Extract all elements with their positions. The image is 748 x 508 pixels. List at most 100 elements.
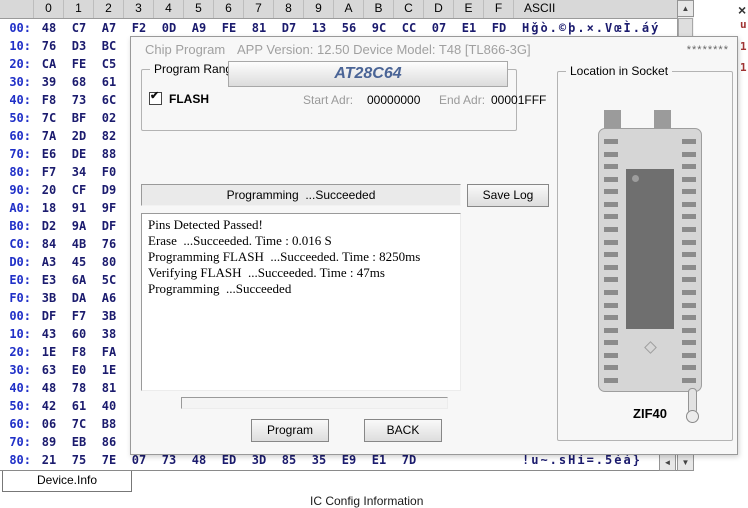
hex-byte[interactable]: E0	[64, 361, 94, 379]
hex-byte[interactable]: 88	[94, 145, 124, 163]
scroll-down-icon[interactable]: ▼	[677, 454, 694, 471]
hex-byte[interactable]: 39	[34, 73, 64, 91]
hex-byte[interactable]: 48	[34, 19, 64, 37]
hex-byte[interactable]: 76	[34, 37, 64, 55]
hex-byte[interactable]: F0	[94, 163, 124, 181]
hex-byte[interactable]: 80	[94, 253, 124, 271]
hex-byte[interactable]: 13	[304, 19, 334, 37]
hex-byte[interactable]: 18	[34, 199, 64, 217]
hex-byte[interactable]: F8	[64, 343, 94, 361]
hex-byte[interactable]: 84	[34, 235, 64, 253]
hex-byte[interactable]: 0D	[154, 19, 184, 37]
hex-byte[interactable]: 48	[34, 379, 64, 397]
program-button[interactable]: Program	[251, 419, 329, 442]
hex-byte[interactable]: 73	[64, 91, 94, 109]
hex-byte[interactable]: 75	[64, 451, 94, 469]
hex-byte[interactable]: D3	[64, 37, 94, 55]
hex-byte[interactable]: 63	[34, 361, 64, 379]
hex-byte[interactable]: CF	[64, 181, 94, 199]
hex-byte[interactable]: A7	[94, 19, 124, 37]
hex-byte[interactable]: 76	[94, 235, 124, 253]
hex-byte[interactable]: BC	[94, 37, 124, 55]
hex-byte[interactable]: 21	[34, 451, 64, 469]
hex-byte[interactable]: 20	[34, 181, 64, 199]
hex-byte[interactable]: 56	[334, 19, 364, 37]
hex-byte[interactable]: FD	[484, 19, 514, 37]
hex-byte[interactable]: 6A	[64, 271, 94, 289]
hex-byte[interactable]: 60	[64, 325, 94, 343]
hex-byte[interactable]: 45	[64, 253, 94, 271]
hex-byte[interactable]: 61	[94, 73, 124, 91]
hex-address: D0:	[0, 253, 34, 271]
hex-byte[interactable]: E6	[34, 145, 64, 163]
flash-checkbox[interactable]: ✔	[149, 92, 162, 105]
hex-byte[interactable]: 9A	[64, 217, 94, 235]
hex-byte[interactable]: 40	[94, 397, 124, 415]
hex-byte[interactable]: 82	[94, 127, 124, 145]
hex-byte[interactable]: E3	[34, 271, 64, 289]
hex-byte[interactable]: F7	[64, 307, 94, 325]
hex-byte[interactable]: 43	[34, 325, 64, 343]
hex-byte[interactable]: 07	[424, 19, 454, 37]
hex-byte[interactable]: 86	[94, 433, 124, 451]
hex-byte[interactable]: DF	[34, 307, 64, 325]
hex-byte[interactable]: 42	[34, 397, 64, 415]
scroll-left-icon[interactable]: ◄	[659, 454, 676, 471]
hex-byte[interactable]: 06	[34, 415, 64, 433]
hex-byte[interactable]: FE	[214, 19, 244, 37]
hex-byte[interactable]: 34	[64, 163, 94, 181]
hex-byte[interactable]: 3B	[34, 289, 64, 307]
hex-byte[interactable]: CA	[34, 55, 64, 73]
hex-byte[interactable]: A3	[34, 253, 64, 271]
hex-byte[interactable]: E1	[454, 19, 484, 37]
hex-byte[interactable]: DF	[94, 217, 124, 235]
hex-byte[interactable]: 7E	[94, 451, 124, 469]
hex-byte[interactable]: 68	[64, 73, 94, 91]
hex-byte[interactable]: 89	[34, 433, 64, 451]
hex-byte[interactable]: 1E	[94, 361, 124, 379]
hex-address: 70:	[0, 145, 34, 163]
hex-byte[interactable]: D2	[34, 217, 64, 235]
scroll-up-icon[interactable]: ▲	[677, 0, 694, 17]
hex-byte[interactable]: 81	[94, 379, 124, 397]
hex-byte[interactable]: 9F	[94, 199, 124, 217]
tab-device-info[interactable]: Device.Info	[2, 471, 132, 492]
hex-byte[interactable]: 38	[94, 325, 124, 343]
hex-byte[interactable]: 91	[64, 199, 94, 217]
hex-byte[interactable]: 02	[94, 109, 124, 127]
hex-byte[interactable]: 61	[64, 397, 94, 415]
hex-byte[interactable]: 6C	[94, 91, 124, 109]
hex-byte[interactable]: DE	[64, 145, 94, 163]
hex-byte[interactable]: A6	[94, 289, 124, 307]
hex-byte[interactable]: FE	[64, 55, 94, 73]
hex-byte[interactable]: 1E	[34, 343, 64, 361]
hex-byte[interactable]: 81	[244, 19, 274, 37]
hex-byte[interactable]: D7	[274, 19, 304, 37]
hex-byte[interactable]: F7	[34, 163, 64, 181]
hex-byte[interactable]: 78	[64, 379, 94, 397]
hex-byte[interactable]: 3B	[94, 307, 124, 325]
hex-byte[interactable]: 9C	[364, 19, 394, 37]
hex-byte[interactable]: 7C	[64, 415, 94, 433]
hex-byte[interactable]: C7	[64, 19, 94, 37]
hex-byte[interactable]: 4B	[64, 235, 94, 253]
hex-byte[interactable]: 2D	[64, 127, 94, 145]
hex-byte[interactable]: CC	[394, 19, 424, 37]
hex-byte[interactable]: 7A	[34, 127, 64, 145]
hex-byte[interactable]: A9	[184, 19, 214, 37]
hex-byte[interactable]: 5C	[94, 271, 124, 289]
operation-log[interactable]: Pins Detected Passed!Erase ...Succeeded.…	[141, 213, 461, 391]
hex-byte[interactable]: F8	[34, 91, 64, 109]
edge-fragment: 1	[740, 61, 747, 74]
hex-byte[interactable]: DA	[64, 289, 94, 307]
save-log-button[interactable]: Save Log	[467, 184, 549, 207]
hex-byte[interactable]: FA	[94, 343, 124, 361]
hex-byte[interactable]: F2	[124, 19, 154, 37]
hex-byte[interactable]: EB	[64, 433, 94, 451]
hex-byte[interactable]: BF	[64, 109, 94, 127]
hex-byte[interactable]: B8	[94, 415, 124, 433]
back-button[interactable]: BACK	[364, 419, 442, 442]
hex-byte[interactable]: 7C	[34, 109, 64, 127]
hex-byte[interactable]: C5	[94, 55, 124, 73]
hex-byte[interactable]: D9	[94, 181, 124, 199]
